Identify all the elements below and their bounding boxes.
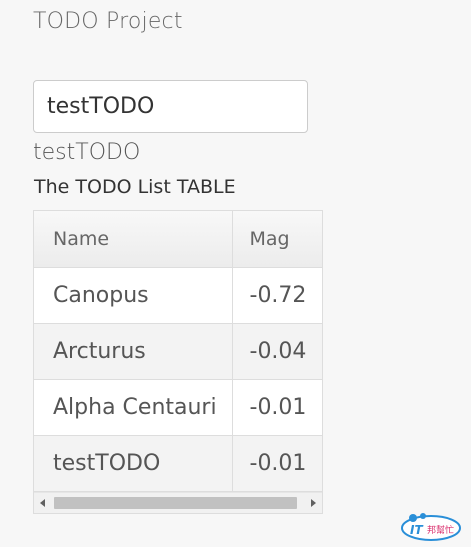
todo-table-container: Name Mag Canopus -0.72 Arcturus -0.04 Al… <box>33 210 323 514</box>
cell-mag: -0.04 <box>232 323 322 380</box>
column-header-mag[interactable]: Mag <box>232 211 322 268</box>
cell-mag: -0.01 <box>232 435 322 492</box>
table-row: Alpha Centauri -0.01 <box>34 379 322 436</box>
horizontal-scrollbar[interactable] <box>34 492 322 513</box>
cell-name: Canopus <box>34 267 233 324</box>
column-header-name[interactable]: Name <box>34 211 233 268</box>
todo-input[interactable] <box>33 80 308 133</box>
cell-name: Alpha Centauri <box>34 379 233 436</box>
table-row: Arcturus -0.04 <box>34 323 322 380</box>
ithome-watermark-logo: IT 邦幫忙 <box>401 513 461 541</box>
cell-name: Arcturus <box>34 323 233 380</box>
table-heading: The TODO List TABLE <box>34 176 236 198</box>
cell-mag: -0.72 <box>232 267 322 324</box>
page-title: TODO Project <box>33 9 183 34</box>
watermark-text-cjk: 邦幫忙 <box>427 524 454 536</box>
table-header-row: Name Mag <box>34 211 322 268</box>
scroll-right-arrow-icon[interactable] <box>311 499 316 507</box>
table-row: testTODO -0.01 <box>34 435 322 492</box>
todo-table: Name Mag Canopus -0.72 Arcturus -0.04 Al… <box>34 211 322 492</box>
cell-mag: -0.01 <box>232 379 322 436</box>
todo-echo-text: testTODO <box>33 140 141 165</box>
cell-name: testTODO <box>34 435 233 492</box>
scrollbar-thumb[interactable] <box>54 497 297 509</box>
watermark-text-latin: IT <box>410 523 423 537</box>
scroll-left-arrow-icon[interactable] <box>40 499 45 507</box>
table-row: Canopus -0.72 <box>34 267 322 324</box>
